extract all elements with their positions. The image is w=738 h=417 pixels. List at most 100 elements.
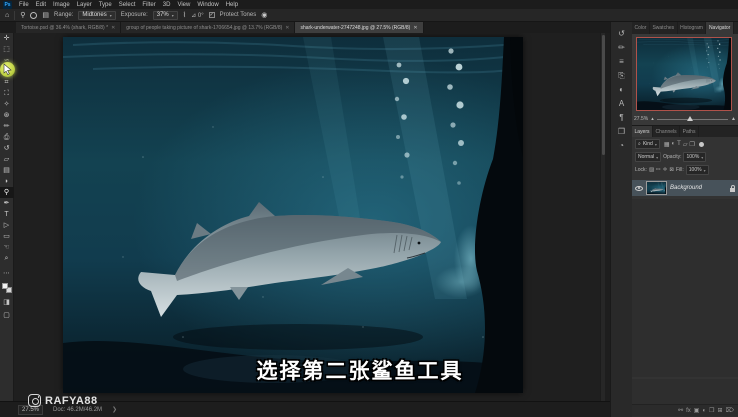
- blur-tool-icon[interactable]: ◗: [0, 176, 14, 187]
- panel-tab[interactable]: Navigator: [706, 22, 733, 34]
- history-brush-tool-icon[interactable]: ↺: [0, 143, 14, 154]
- shark-photo-canvas[interactable]: [63, 37, 523, 393]
- new-adjustment-layer-icon[interactable]: ◐: [702, 408, 706, 414]
- navigator-zoom-slider[interactable]: [657, 119, 728, 120]
- zoom-out-mountain-icon[interactable]: ▴: [651, 116, 654, 122]
- layer-filter-dropdown[interactable]: ⌕ Kind: [635, 139, 660, 149]
- status-menu-chevron[interactable]: ❯: [112, 406, 117, 413]
- menu-item[interactable]: Select: [119, 2, 136, 8]
- menu-item[interactable]: View: [177, 2, 190, 8]
- lock-all-icon[interactable]: ⊠: [669, 167, 674, 173]
- canvas-pasteboard[interactable]: [14, 33, 605, 401]
- edit-toolbar-icon[interactable]: ⋯: [0, 268, 14, 279]
- healing-brush-tool-icon[interactable]: ⊛: [0, 110, 14, 121]
- menu-item[interactable]: Help: [226, 2, 238, 8]
- new-group-icon[interactable]: ❒: [709, 408, 714, 414]
- document-tab[interactable]: shark-underwater-2747248.jpg @ 27.5% (RG…: [295, 22, 423, 33]
- menu-item[interactable]: Filter: [142, 2, 155, 8]
- range-dropdown[interactable]: Midtones: [78, 11, 115, 20]
- link-layers-icon[interactable]: ⚯: [678, 408, 683, 414]
- clone-stamp-tool-icon[interactable]: ⎙: [0, 132, 14, 143]
- brush-panel-toggle-icon[interactable]: ▤: [42, 11, 49, 19]
- marquee-tool-icon[interactable]: ⬚: [0, 44, 14, 55]
- home-icon[interactable]: ⌂: [5, 12, 9, 19]
- exposure-dropdown[interactable]: 37%: [153, 11, 178, 20]
- layer-effects-icon[interactable]: fx: [686, 408, 691, 414]
- eraser-tool-icon[interactable]: ▱: [0, 154, 14, 165]
- properties-panel-icon[interactable]: ≡: [619, 58, 624, 66]
- fill-field[interactable]: 100%: [686, 165, 709, 175]
- airbrush-icon[interactable]: ⌇: [183, 11, 186, 19]
- quick-mask-icon[interactable]: ◨: [0, 297, 14, 308]
- menu-item[interactable]: Window: [197, 2, 218, 8]
- pressure-icon[interactable]: ◉: [261, 11, 267, 19]
- filter-smart-objects-icon[interactable]: ❐: [689, 141, 694, 148]
- zoom-in-mountain-icon[interactable]: ▲: [731, 116, 736, 122]
- filter-toggle-icon[interactable]: [699, 142, 704, 147]
- frame-tool-icon[interactable]: ⛶: [0, 88, 14, 99]
- brush-tool-icon[interactable]: ✏: [0, 121, 14, 132]
- hand-tool-icon[interactable]: ☜: [0, 242, 14, 253]
- layer-thumbnail[interactable]: [646, 181, 667, 195]
- menu-item[interactable]: Image: [53, 2, 70, 8]
- screen-mode-icon[interactable]: ▢: [0, 310, 14, 321]
- character-panel-icon[interactable]: A: [619, 100, 624, 108]
- pen-tool-icon[interactable]: ✒: [0, 198, 14, 209]
- photoshop-logo-icon[interactable]: Ps: [3, 1, 12, 9]
- history-panel-icon[interactable]: ↺: [618, 30, 625, 38]
- protect-tones-checkbox[interactable]: ✓: [209, 12, 215, 18]
- document-tab[interactable]: Tortoise.psd @ 36.4% (shark, RGB/8) * ✕: [16, 22, 121, 33]
- move-tool-icon[interactable]: ✛: [0, 33, 14, 44]
- dodge-tool-icon[interactable]: ⚲: [0, 187, 14, 198]
- panel-tab[interactable]: Histogram: [678, 22, 707, 34]
- navigator-thumbnail[interactable]: [636, 37, 732, 111]
- layer-mask-icon[interactable]: ▣: [694, 408, 700, 414]
- gradient-tool-icon[interactable]: ▤: [0, 165, 14, 176]
- lock-position-icon[interactable]: ✛: [663, 167, 668, 173]
- filter-pixel-layers-icon[interactable]: ▦: [664, 141, 670, 148]
- tab-close-icon[interactable]: ✕: [285, 25, 289, 31]
- menu-item[interactable]: Layer: [77, 2, 92, 8]
- panel-tab[interactable]: Channels: [653, 126, 680, 137]
- type-tool-icon[interactable]: T: [0, 209, 14, 220]
- navigator-zoom-value[interactable]: 27.5%: [634, 116, 648, 122]
- color-swatches[interactable]: [2, 283, 12, 293]
- info-panel-icon[interactable]: ◔: [619, 142, 624, 150]
- panel-tab[interactable]: Color: [632, 22, 650, 34]
- delete-layer-icon[interactable]: ⌦: [726, 408, 734, 414]
- filter-type-layers-icon[interactable]: T: [677, 141, 681, 148]
- foreground-color-swatch[interactable]: [2, 283, 8, 289]
- menu-item[interactable]: Type: [99, 2, 112, 8]
- brush-preset-picker[interactable]: [30, 12, 37, 19]
- opacity-field[interactable]: 100%: [683, 152, 706, 162]
- eyedropper-tool-icon[interactable]: ✧: [0, 99, 14, 110]
- blend-mode-dropdown[interactable]: Normal: [635, 152, 661, 162]
- tab-close-icon[interactable]: ✕: [111, 25, 115, 31]
- path-selection-tool-icon[interactable]: ▷: [0, 220, 14, 231]
- clone-source-panel-icon[interactable]: ⎘: [618, 72, 624, 80]
- layer-name[interactable]: Background: [670, 185, 727, 191]
- panel-tab[interactable]: Paths: [680, 126, 699, 137]
- menu-item[interactable]: Edit: [36, 2, 46, 8]
- background-layer-row[interactable]: Background: [632, 180, 738, 196]
- shape-tool-icon[interactable]: ▭: [0, 231, 14, 242]
- menu-item[interactable]: File: [19, 2, 29, 8]
- brushes-panel-icon[interactable]: ✏: [618, 44, 625, 52]
- layer-visibility-eye-icon[interactable]: [635, 186, 643, 191]
- brush-angle-field[interactable]: ⊿ 0°: [191, 12, 203, 19]
- filter-shape-layers-icon[interactable]: ▱: [683, 141, 688, 148]
- filter-adjustment-layers-icon[interactable]: ◐: [672, 141, 676, 148]
- lock-transparency-icon[interactable]: ▨: [649, 167, 654, 173]
- libraries-panel-icon[interactable]: ❐: [618, 128, 625, 136]
- lock-pixels-icon[interactable]: ✏: [656, 167, 661, 173]
- canvas-scrollbar[interactable]: [600, 33, 605, 401]
- panel-tab[interactable]: Swatches: [650, 22, 678, 34]
- tab-close-icon[interactable]: ✕: [413, 25, 417, 31]
- adjustments-panel-icon[interactable]: ◐: [619, 86, 624, 94]
- zoom-tool-icon[interactable]: ⌕: [0, 253, 14, 264]
- menu-item[interactable]: 3D: [163, 2, 171, 8]
- new-layer-icon[interactable]: ⊞: [717, 408, 722, 414]
- panel-tab[interactable]: Layers: [632, 126, 653, 137]
- document-tab[interactable]: group of people taking picture of shark-…: [121, 22, 295, 33]
- current-tool-icon[interactable]: ⚲: [20, 11, 25, 19]
